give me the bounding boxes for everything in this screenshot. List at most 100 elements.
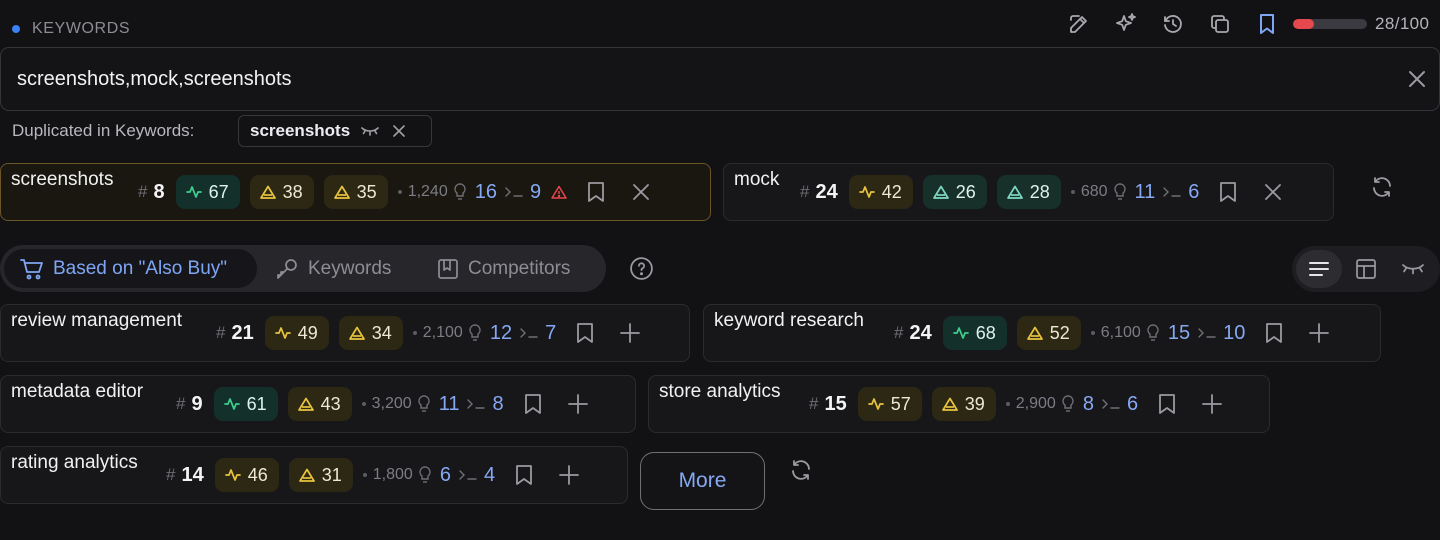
keyword-card-mock[interactable]: mock # 24 42 26 28 680 11 6 [723,163,1334,221]
difficulty-value: 39 [964,393,985,414]
popularity-badge: 68 [942,316,1007,350]
rank-value: 8 [153,180,165,203]
add-keyword-icon[interactable] [1202,394,1222,414]
separator-dot [412,331,417,335]
difficulty-value: 43 [320,393,341,414]
help-icon[interactable] [629,256,654,281]
source-tabs: Based on "Also Buy" Keywords Competitors [0,245,606,292]
search-volume: 680 [1080,183,1108,200]
refresh-suggestions-icon[interactable] [789,458,813,482]
bookmark-icon[interactable] [1219,181,1237,203]
clear-icon[interactable] [1405,67,1429,91]
terminal-icon [520,327,538,339]
search-volume: 6,100 [1100,324,1141,341]
separator-dot [397,190,402,194]
rank-value: 9 [191,392,203,415]
add-keyword-icon[interactable] [567,394,588,414]
history-icon[interactable] [1160,11,1186,37]
keyword-name: keyword research [714,310,864,331]
section-dot [12,25,20,33]
triangle-icon [1026,326,1043,340]
list-view-icon[interactable] [1296,250,1342,288]
suggestion-card[interactable]: keyword research # 24 68 52 6,100 15 10 [703,304,1381,362]
bookmark-icon[interactable] [587,181,605,203]
pulse-icon [858,186,875,198]
terms-count: 6 [1188,180,1200,203]
triangle-icon [259,185,276,199]
eye-closed-icon[interactable] [361,126,379,136]
refresh-icon[interactable] [1370,175,1394,199]
keyword-name: metadata editor [11,381,144,402]
keyword-card-screenshots[interactable]: screenshots # 8 67 38 35 1,240 16 9 [0,163,711,221]
terms-count: 7 [545,321,557,344]
rank-value: 15 [824,392,847,415]
keyword-name: review management [11,310,183,331]
tab-also-buy[interactable]: Based on "Also Buy" [4,249,257,288]
suggestion-card[interactable]: review management # 21 49 34 2,100 12 7 [0,304,690,362]
rank-hash-icon: # [176,394,186,413]
difficulty-badge: 34 [338,316,403,350]
suggestion-card[interactable]: store analytics # 15 57 39 2,900 8 6 [648,375,1270,433]
grid-view-icon[interactable] [1343,250,1389,288]
add-keyword-icon[interactable] [1309,323,1330,343]
pulse-icon [223,398,240,410]
more-button[interactable]: More [640,452,765,510]
ideas-count: 11 [438,392,460,415]
competition-value: 28 [1029,181,1050,202]
keywords-input-box [0,47,1440,111]
bookmark-icon[interactable] [1265,322,1283,344]
pulse-icon [952,327,969,339]
section-label: KEYWORDS [32,20,131,37]
bookmark-icon[interactable] [1254,11,1280,37]
popularity-badge: 49 [264,316,329,350]
ideas-count: 11 [1134,180,1156,203]
triangle-icon [348,326,365,340]
remove-keyword-icon[interactable] [1265,184,1282,200]
suggestion-card[interactable]: rating analytics # 14 46 31 1,800 6 4 [0,446,628,504]
remove-duplicate-icon[interactable] [393,125,405,137]
search-volume: 1,800 [372,466,413,483]
popularity-badge: 61 [213,387,278,421]
add-keyword-icon[interactable] [620,323,641,343]
terminal-icon [1102,398,1120,410]
difficulty-badge: 31 [288,458,353,492]
tab-keywords[interactable]: Keywords [275,249,391,288]
suggestion-card[interactable]: metadata editor # 9 61 43 3,200 11 8 [0,375,636,433]
search-volume: 2,100 [422,324,463,341]
hidden-view-icon[interactable] [1390,250,1436,288]
rank-value: 21 [231,321,254,344]
remove-keyword-icon[interactable] [633,184,650,200]
competition-badge: 35 [323,175,388,209]
difficulty-value: 52 [1049,322,1070,343]
tab-label: Keywords [308,257,392,279]
keywords-input[interactable] [17,48,1377,110]
add-keyword-icon[interactable] [559,465,579,485]
tab-label: Competitors [468,257,571,279]
ideas-count: 12 [489,321,513,344]
triangle-icon [932,185,949,199]
terminal-icon [459,469,477,481]
triangle-icon [298,468,315,482]
bookmark-icon[interactable] [1158,393,1176,415]
difficulty-value: 26 [955,181,976,202]
warning-icon [551,185,567,199]
bulb-icon [1146,324,1160,342]
bookmark-icon[interactable] [515,464,533,486]
competition-badge: 28 [996,175,1061,209]
rank-hash-icon: # [216,323,226,342]
ideas-count: 6 [439,463,451,486]
edit-icon[interactable] [1066,11,1092,37]
triangle-icon [1006,185,1023,199]
ideas-count: 8 [1082,392,1094,415]
rank-hash-icon: # [166,465,176,484]
search-volume: 3,200 [371,395,412,412]
copy-icon[interactable] [1207,11,1233,37]
bookmark-icon[interactable] [576,322,594,344]
tab-competitors[interactable]: Competitors [437,249,570,288]
pulse-icon [867,398,884,410]
sparkles-icon[interactable] [1113,11,1139,37]
terminal-icon [505,186,523,198]
rank-hash-icon: # [809,394,819,413]
terminal-icon [1198,327,1216,339]
bookmark-icon[interactable] [524,393,542,415]
